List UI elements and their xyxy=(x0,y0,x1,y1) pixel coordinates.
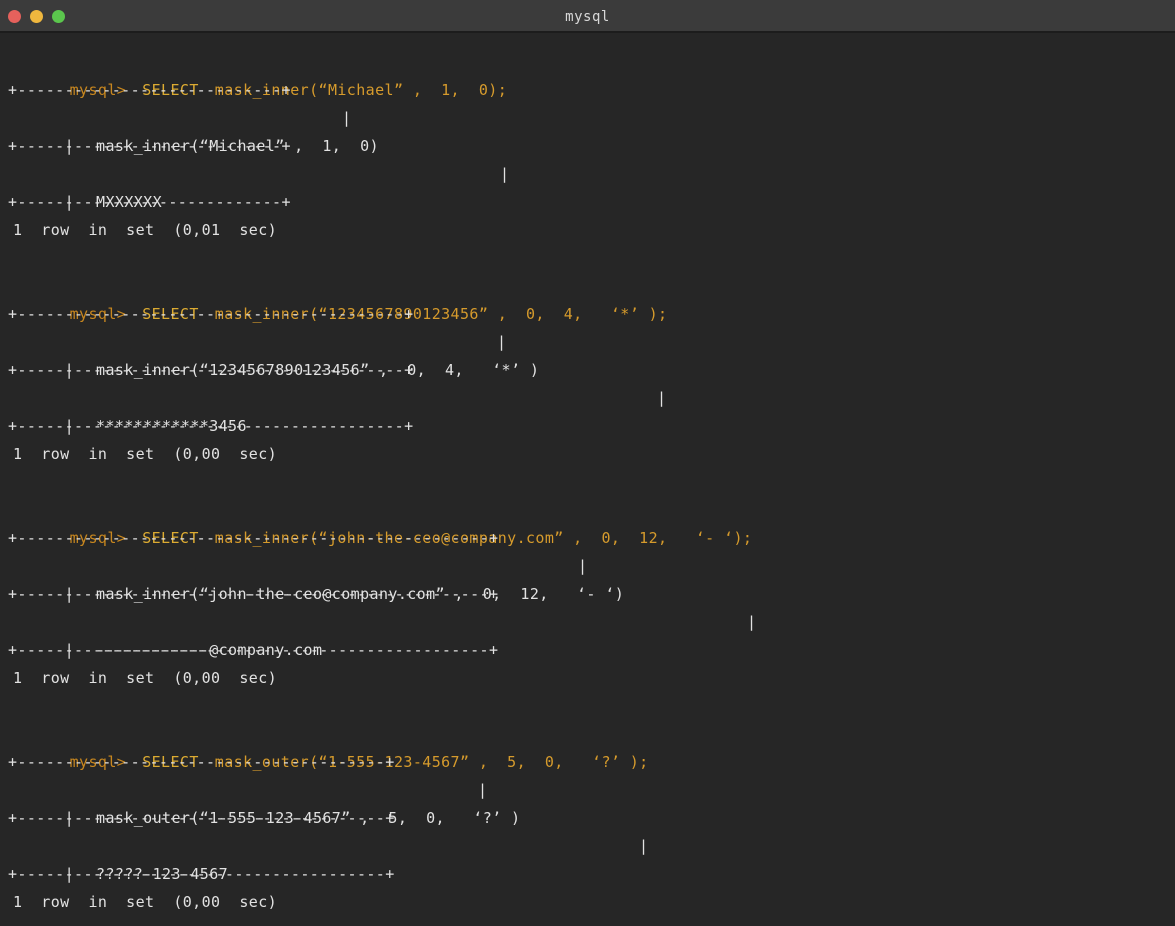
table-result-row: |MXXXXXX| xyxy=(8,160,1175,188)
table-pipe: | xyxy=(578,552,587,580)
row-count-status: 1 row in set (0,00 sec) xyxy=(8,664,1175,692)
query-block-1: mysql>SELECTmask_inner(“Michael” , 1, 0)… xyxy=(8,48,1175,244)
table-pipe: | xyxy=(497,328,506,356)
table-border: +---------------------------------------… xyxy=(8,804,1175,832)
query-block-4: mysql>SELECTmask_outer(“1-555-123-4567” … xyxy=(8,720,1175,916)
table-border: +---------------------------------------… xyxy=(8,300,1175,328)
table-result-row: |************3456| xyxy=(8,384,1175,412)
window-titlebar: mysql xyxy=(0,0,1175,33)
table-border: +---------------------------------------… xyxy=(8,580,1175,608)
row-count-status: 1 row in set (0,01 sec) xyxy=(8,216,1175,244)
table-border: +---------------------------------------… xyxy=(8,748,1175,776)
table-header-row: |mask_inner(“john-the-ceo@company.com” ,… xyxy=(8,552,1175,580)
table-result-row: |?????-123-4567| xyxy=(8,832,1175,860)
table-pipe: | xyxy=(657,384,666,412)
table-border: +----------------------------+ xyxy=(8,132,1175,160)
table-pipe: | xyxy=(342,104,351,132)
table-pipe: | xyxy=(478,776,487,804)
table-border: +----------------------------+ xyxy=(8,188,1175,216)
window-title: mysql xyxy=(0,0,1175,33)
row-count-status: 1 row in set (0,00 sec) xyxy=(8,440,1175,468)
query-block-3: mysql>SELECTmask_inner(“john-the-ceo@com… xyxy=(8,496,1175,692)
mysql-terminal[interactable]: mysql>SELECTmask_inner(“Michael” , 1, 0)… xyxy=(0,33,1175,916)
table-border: +----------------------------+ xyxy=(8,76,1175,104)
query-line: mysql>SELECTmask_inner(“john-the-ceo@com… xyxy=(8,496,1175,524)
query-line: mysql>SELECTmask_inner(“Michael” , 1, 0)… xyxy=(8,48,1175,76)
row-count-status: 1 row in set (0,00 sec) xyxy=(8,888,1175,916)
query-line: mysql>SELECTmask_inner(“1234567890123456… xyxy=(8,272,1175,300)
table-pipe: | xyxy=(747,608,756,636)
table-header-row: |mask_inner(“1234567890123456” , 0, 4, ‘… xyxy=(8,328,1175,356)
table-header-row: |mask_outer(“1-555-123-4567” , 5, 0, ‘?’… xyxy=(8,776,1175,804)
table-pipe: | xyxy=(639,832,648,860)
table-border: +---------------------------------------… xyxy=(8,860,1175,888)
table-border: +---------------------------------------… xyxy=(8,636,1175,664)
table-border: +---------------------------------------… xyxy=(8,356,1175,384)
table-pipe: | xyxy=(500,160,509,188)
table-result-row: |------------@company.com| xyxy=(8,608,1175,636)
query-line: mysql>SELECTmask_outer(“1-555-123-4567” … xyxy=(8,720,1175,748)
table-border: +---------------------------------------… xyxy=(8,524,1175,552)
table-header-row: |mask_inner(“Michael” , 1, 0)| xyxy=(8,104,1175,132)
query-block-2: mysql>SELECTmask_inner(“1234567890123456… xyxy=(8,272,1175,468)
table-border: +---------------------------------------… xyxy=(8,412,1175,440)
